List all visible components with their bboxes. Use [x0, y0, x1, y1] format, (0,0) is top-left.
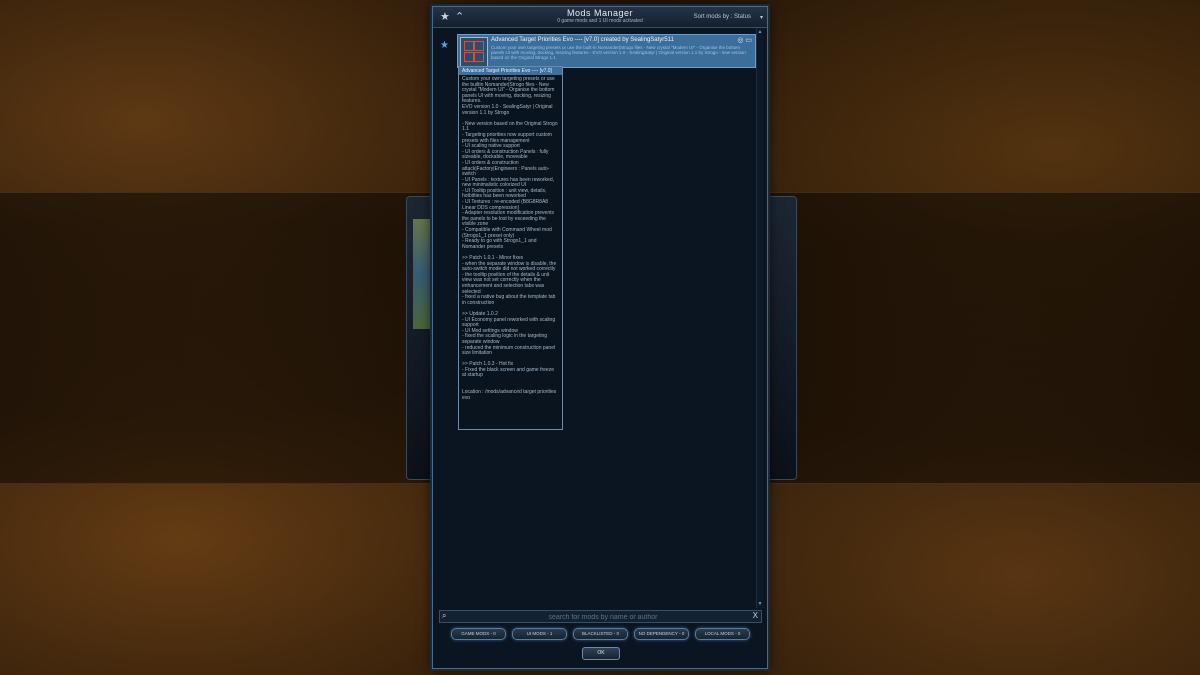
tooltip-title: Advanced Target Priorities Evo ---- [v7.… [459, 67, 562, 75]
filter-no-dependency-button[interactable]: NO DEPENDENCY - 0 [634, 628, 689, 640]
filter-game-mods-button[interactable]: GAME MODS - 0 [451, 628, 506, 640]
tooltip-body: Custom your own targeting presets or use… [462, 76, 558, 401]
dialog-header: ★ ⌃ Mods Manager 0 game mods and 1 UI mo… [433, 7, 767, 28]
scroll-up-icon[interactable]: ▲ [757, 29, 763, 35]
chevron-down-icon[interactable]: ▾ [760, 14, 763, 21]
mod-thumbnail [460, 37, 488, 67]
globe-icon: ◎ [737, 37, 744, 44]
monitor-icon: ▭ [745, 37, 752, 44]
filter-buttons: GAME MODS - 0 UI MODS - 1 BLACKLISTED - … [451, 628, 751, 640]
filter-blacklisted-button[interactable]: BLACKLISTED - 0 [573, 628, 628, 640]
search-bar: ⌕ X [439, 610, 762, 624]
sort-mods-dropdown[interactable]: Sort mods by : Status [694, 14, 751, 20]
mod-description: Custom your own targeting presets or use… [491, 45, 746, 60]
mod-details-tooltip: Advanced Target Priorities Evo ---- [v7.… [458, 66, 563, 430]
filter-local-mods-button[interactable]: LOCAL MODS - 0 [695, 628, 750, 640]
scroll-down-icon[interactable]: ▼ [757, 601, 763, 607]
list-item[interactable]: Advanced Target Priorities Evo ---- [v7.… [457, 34, 756, 68]
row-favorite-star-icon[interactable]: ★ [440, 40, 449, 51]
search-input[interactable] [454, 611, 752, 624]
filter-ui-mods-button[interactable]: UI MODS - 1 [512, 628, 567, 640]
ok-button[interactable]: OK [582, 647, 620, 660]
background-lobby-panel-right [765, 196, 797, 480]
mod-name: Advanced Target Priorities Evo ---- [v7.… [491, 37, 674, 43]
map-preview-thumbnail [413, 219, 431, 329]
mod-type-icons: ◎ ▭ [737, 36, 752, 44]
search-icon: ⌕ [442, 611, 447, 620]
list-scrollbar[interactable]: ▲ ▼ [756, 28, 763, 608]
clear-search-icon[interactable]: X [753, 611, 758, 620]
